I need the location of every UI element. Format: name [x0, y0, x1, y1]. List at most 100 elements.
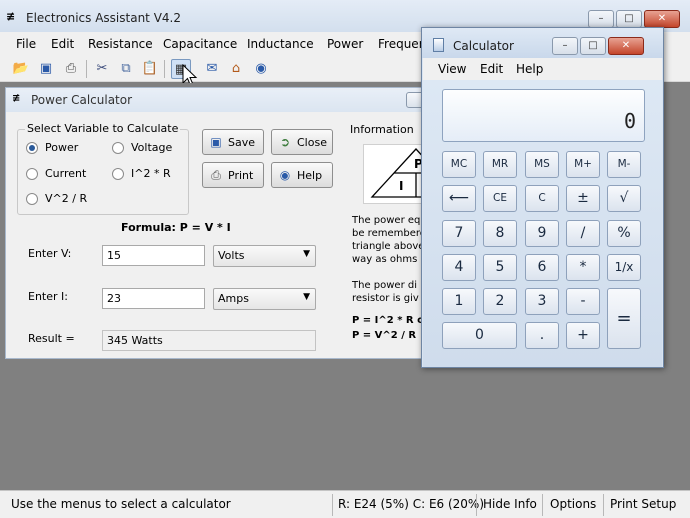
current-unit-value: Amps: [218, 292, 249, 305]
radio-current-label: Current: [45, 167, 87, 180]
info-text-line: be remembere: [352, 228, 426, 239]
info-text-line: The power di: [352, 280, 417, 291]
information-label: Information: [350, 123, 414, 136]
key-subtract[interactable]: -: [566, 288, 600, 315]
result-label: Result =: [28, 332, 75, 345]
voltage-unit-select[interactable]: Volts ▼: [213, 245, 316, 267]
calculator-window-controls: – □ ✕: [550, 37, 644, 55]
key-plus-minus[interactable]: ±: [566, 185, 600, 212]
print-button-label: Print: [228, 168, 254, 182]
close-door-icon: ➲: [279, 135, 291, 149]
home-icon[interactable]: ⌂: [226, 59, 246, 79]
power-calculator-app-icon: ≢: [12, 93, 21, 104]
key-sqrt[interactable]: √: [607, 185, 641, 212]
key-ms[interactable]: MS: [525, 151, 559, 178]
menu-file[interactable]: File: [16, 37, 36, 51]
main-window: ≢ Electronics Assistant V4.2 – □ ✕ File …: [0, 0, 690, 518]
email-icon[interactable]: ✉: [202, 59, 222, 79]
statusbar: Use the menus to select a calculator R: …: [0, 490, 690, 518]
calculator-close-button[interactable]: ✕: [608, 37, 644, 55]
power-calculator-titlebar: ≢ Power Calculator: [6, 88, 434, 112]
key-m-plus[interactable]: M+: [566, 151, 600, 178]
copy-icon[interactable]: ⧉: [116, 59, 136, 79]
key-9[interactable]: 9: [525, 220, 559, 247]
maximize-button[interactable]: □: [616, 10, 642, 28]
key-4[interactable]: 4: [442, 254, 476, 281]
cut-icon[interactable]: ✂: [92, 59, 112, 79]
key-8[interactable]: 8: [483, 220, 517, 247]
power-calculator-title: Power Calculator: [31, 93, 133, 107]
key-mr[interactable]: MR: [483, 151, 517, 178]
help-button[interactable]: ◉ Help: [271, 162, 333, 188]
chevron-down-icon: ▼: [303, 292, 310, 302]
save-button[interactable]: ▣ Save: [202, 129, 264, 155]
key-2[interactable]: 2: [483, 288, 517, 315]
status-separator: [603, 494, 604, 516]
key-m-minus[interactable]: M-: [607, 151, 641, 178]
hide-info-button[interactable]: Hide Info: [483, 497, 537, 511]
key-1[interactable]: 1: [442, 288, 476, 315]
key-divide[interactable]: /: [566, 220, 600, 247]
calculator-menu-edit[interactable]: Edit: [480, 62, 503, 76]
help-icon[interactable]: ◉: [251, 59, 271, 79]
toolbar-separator: [86, 60, 87, 78]
radio-current[interactable]: Current: [26, 167, 86, 180]
toolbar-separator: [164, 60, 165, 78]
help-icon: ◉: [279, 168, 291, 182]
calculator-maximize-button[interactable]: □: [580, 37, 606, 55]
calculator-minimize-button[interactable]: –: [552, 37, 578, 55]
paste-icon[interactable]: 📋: [140, 59, 160, 79]
key-add[interactable]: +: [566, 322, 600, 349]
menu-resistance[interactable]: Resistance: [88, 37, 153, 51]
key-multiply[interactable]: *: [566, 254, 600, 281]
result-output: 345 Watts: [102, 330, 316, 351]
key-0[interactable]: 0: [442, 322, 517, 349]
radio-power[interactable]: Power: [26, 141, 78, 154]
key-decimal[interactable]: .: [525, 322, 559, 349]
save-button-label: Save: [228, 135, 256, 149]
key-equals[interactable]: =: [607, 288, 641, 349]
print-setup-button[interactable]: Print Setup: [610, 497, 676, 511]
voltage-input[interactable]: 15: [102, 245, 205, 266]
current-unit-select[interactable]: Amps ▼: [213, 288, 316, 310]
menu-capacitance[interactable]: Capacitance: [163, 37, 237, 51]
radio-i2r[interactable]: I^2 * R: [112, 167, 171, 180]
options-button[interactable]: Options: [550, 497, 596, 511]
print-button[interactable]: ⎙ Print: [202, 162, 264, 188]
enter-v-label: Enter V:: [28, 247, 72, 260]
print-icon[interactable]: ⎙: [61, 59, 81, 79]
key-5[interactable]: 5: [483, 254, 517, 281]
key-c[interactable]: C: [525, 185, 559, 212]
key-7[interactable]: 7: [442, 220, 476, 247]
status-message: Use the menus to select a calculator: [11, 497, 231, 511]
key-ce[interactable]: CE: [483, 185, 517, 212]
calculator-menu-view[interactable]: View: [438, 62, 466, 76]
radio-voltage-label: Voltage: [131, 141, 173, 154]
calculator-menu-help[interactable]: Help: [516, 62, 543, 76]
info-formula-v2r: P = V^2 / R: [352, 330, 417, 341]
key-3[interactable]: 3: [525, 288, 559, 315]
calculator-titlebar: Calculator – □ ✕: [422, 28, 663, 58]
minimize-button[interactable]: –: [588, 10, 614, 28]
key-mc[interactable]: MC: [442, 151, 476, 178]
close-button[interactable]: ➲ Close: [271, 129, 333, 155]
calculator-menubar: View Edit Help: [423, 58, 662, 80]
key-percent[interactable]: %: [607, 220, 641, 247]
radio-v2r[interactable]: V^2 / R: [26, 192, 87, 205]
save-icon[interactable]: ▣: [36, 59, 56, 79]
menu-inductance[interactable]: Inductance: [247, 37, 314, 51]
menu-frequency[interactable]: Frequen: [378, 37, 426, 51]
key-6[interactable]: 6: [525, 254, 559, 281]
menu-power[interactable]: Power: [327, 37, 363, 51]
calculator-title: Calculator: [453, 39, 514, 53]
info-text-line: triangle above: [352, 241, 425, 252]
open-folder-icon[interactable]: 📂: [11, 59, 31, 79]
power-calculator-window: ≢ Power Calculator Select Variable to Ca…: [5, 87, 435, 359]
key-reciprocal[interactable]: 1/x: [607, 254, 641, 281]
backspace-key[interactable]: ⟵: [442, 185, 476, 212]
menu-edit[interactable]: Edit: [51, 37, 74, 51]
radio-voltage[interactable]: Voltage: [112, 141, 172, 154]
close-button[interactable]: ✕: [644, 10, 680, 28]
current-input[interactable]: 23: [102, 288, 205, 309]
app-icon: ≢: [6, 10, 16, 23]
